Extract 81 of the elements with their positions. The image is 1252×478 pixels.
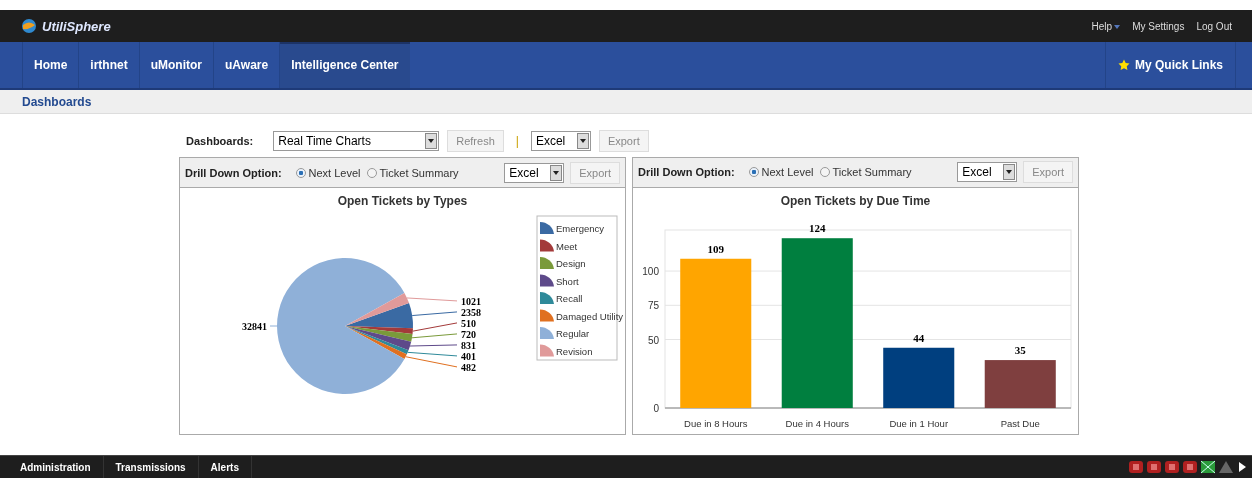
app-logo: UtiliSphere — [42, 18, 111, 34]
drill-down-label: Drill Down Option: — [185, 166, 282, 179]
nav-tab[interactable]: Intelligence Center — [279, 42, 410, 88]
radio-option[interactable]: Ticket Summary — [819, 166, 912, 179]
radio-option[interactable]: Next Level — [748, 166, 814, 179]
chart-title: Open Tickets by Types — [336, 194, 469, 208]
legend-swatch — [540, 274, 554, 287]
data-label: 44 — [913, 331, 925, 344]
alert-icon[interactable] — [1146, 460, 1162, 474]
legend-swatch — [540, 222, 554, 234]
legend-swatch — [540, 344, 554, 357]
radio-option[interactable]: Next Level — [295, 166, 361, 179]
nav-tab[interactable]: uMonitor — [138, 42, 213, 88]
legend-label: Emergency — [556, 223, 605, 234]
format-select[interactable]: Excel — [504, 162, 565, 183]
caret-icon — [425, 133, 438, 149]
data-label: 109 — [707, 242, 724, 255]
nav-tab[interactable]: Home — [22, 42, 79, 88]
legend-swatch — [540, 239, 554, 252]
legend-label: Short — [556, 275, 579, 287]
data-label: 1021 — [461, 295, 481, 307]
separator: | — [515, 134, 519, 148]
breadcrumb-link[interactable]: Dashboards — [22, 94, 92, 109]
alert-icon[interactable] — [1164, 460, 1180, 474]
axis-tick-label: Due in 1 Hour — [889, 417, 949, 429]
chart-title: Open Tickets by Due Time — [779, 193, 932, 208]
footer-tab[interactable]: Administration — [8, 455, 104, 478]
quick-links-button[interactable]: My Quick Links — [1104, 42, 1236, 88]
caret-icon — [576, 133, 589, 149]
leader-line — [411, 311, 458, 317]
envelope-icon[interactable] — [1200, 460, 1216, 474]
dashboards-label: Dashboards: — [186, 135, 254, 147]
footer-tab[interactable]: Alerts — [198, 455, 252, 478]
legend-swatch — [540, 292, 554, 304]
leader-line — [269, 325, 278, 327]
legend-label: Recall — [556, 293, 583, 304]
legend-swatch — [540, 327, 554, 339]
bar — [984, 359, 1056, 408]
caret-icon — [550, 164, 563, 181]
data-label: 35 — [1014, 343, 1026, 356]
play-icon[interactable] — [1236, 460, 1248, 474]
legend-label: Design — [556, 258, 586, 269]
format-select[interactable]: Excel — [957, 162, 1018, 183]
axis-tick-label: 75 — [647, 299, 659, 311]
data-label: 2358 — [461, 306, 481, 318]
leader-line — [406, 297, 458, 302]
axis-tick-label: Due in 8 Hours — [684, 417, 748, 429]
data-label: 401 — [461, 350, 476, 362]
dashboard-select[interactable]: Real Time Charts — [273, 131, 440, 151]
drill-down-label: Drill Down Option: — [638, 166, 735, 179]
data-label: 482 — [461, 361, 476, 373]
nav-tab[interactable]: irthnet — [78, 42, 139, 88]
data-label: 124 — [809, 221, 826, 234]
bar — [883, 347, 955, 408]
top-link[interactable]: My Settings — [1132, 20, 1185, 32]
leader-line — [409, 344, 458, 347]
alert-icon[interactable] — [1182, 460, 1198, 474]
axis-tick-label: Past Due — [1000, 417, 1040, 429]
axis-tick-label: 0 — [653, 402, 659, 414]
legend-label: Regular — [556, 328, 590, 339]
top-link[interactable]: Help — [1091, 20, 1121, 32]
legend-label: Revision — [556, 345, 593, 357]
legend-swatch — [540, 309, 554, 322]
axis-tick-label: 100 — [642, 265, 659, 277]
caret-icon — [1003, 164, 1016, 181]
radio-option[interactable]: Ticket Summary — [366, 166, 459, 179]
axis-tick-label: 50 — [647, 334, 659, 346]
data-label: 831 — [461, 339, 476, 351]
top-link[interactable]: Log Out — [1196, 20, 1232, 32]
footer-tab[interactable]: Transmissions — [103, 455, 199, 478]
legend-label: Meet — [556, 240, 578, 252]
legend-label: Damaged Utility — [556, 310, 624, 322]
globe-logo-icon — [22, 19, 36, 33]
axis-tick-label: Due in 4 Hours — [785, 417, 849, 429]
legend-swatch — [540, 257, 554, 269]
format-select[interactable]: Excel — [530, 131, 591, 151]
data-label: 720 — [461, 328, 476, 340]
star-icon — [1117, 59, 1130, 71]
data-label: 510 — [461, 317, 476, 329]
alert-icon[interactable] — [1128, 460, 1144, 474]
data-label: 32841 — [242, 321, 267, 332]
